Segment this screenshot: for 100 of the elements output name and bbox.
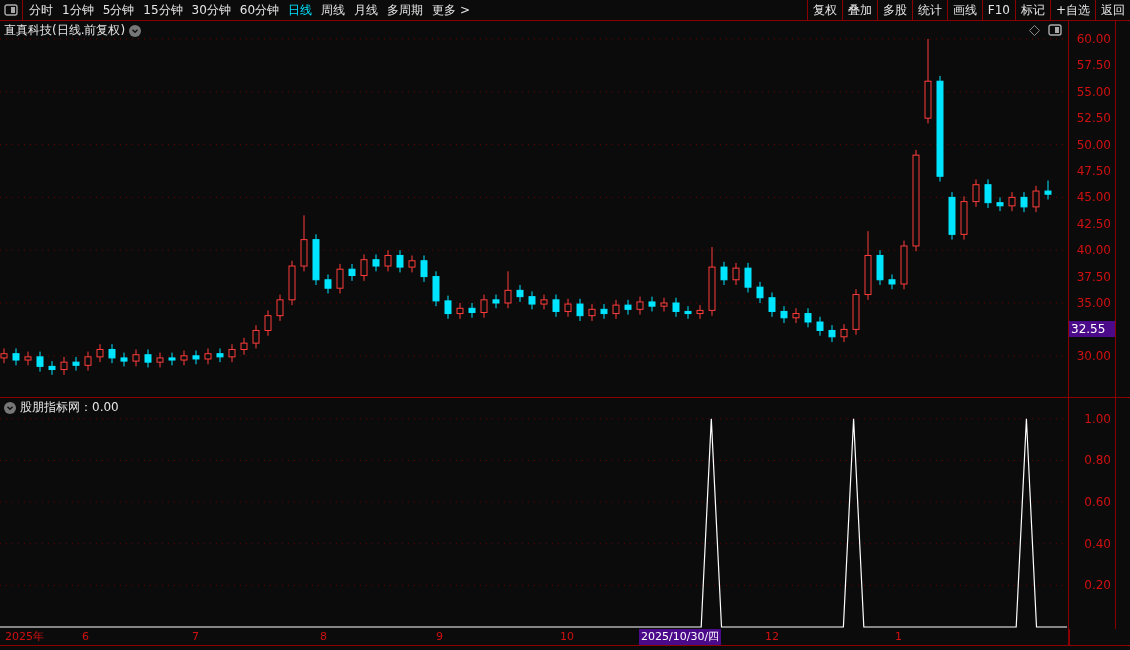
price-axis-label: 35.00 <box>1076 296 1111 310</box>
candle <box>756 281 764 304</box>
candle <box>384 249 392 272</box>
candle <box>684 305 692 320</box>
candle <box>588 303 596 322</box>
candle <box>648 296 656 312</box>
candle <box>420 254 428 283</box>
candle <box>372 253 380 272</box>
candle <box>360 253 368 282</box>
candle <box>444 295 452 320</box>
candle <box>564 298 572 318</box>
dropdown-icon[interactable] <box>4 401 16 414</box>
candle <box>816 316 824 337</box>
candle <box>984 178 992 209</box>
candle <box>600 303 608 320</box>
candle <box>708 246 716 317</box>
candle <box>636 296 644 316</box>
indicator-axis-label: 0.20 <box>1084 578 1111 593</box>
indicator-axis-label: 0.60 <box>1084 495 1111 510</box>
price-axis-label: 47.50 <box>1076 163 1111 178</box>
candle <box>396 249 404 273</box>
period-tab[interactable]: 日线 <box>288 1 313 19</box>
time-axis-label: 10 <box>559 629 575 645</box>
price-axis-label: 52.50 <box>1076 111 1111 126</box>
candle <box>1008 191 1016 212</box>
candle <box>540 294 548 310</box>
candle <box>996 196 1004 212</box>
candle <box>768 291 776 318</box>
period-tab[interactable]: 60分钟 <box>239 1 280 19</box>
candle <box>780 305 788 324</box>
price-axis-label: 30.00 <box>1076 348 1111 363</box>
candle <box>324 274 332 294</box>
period-tab[interactable]: 30分钟 <box>191 1 231 19</box>
candle <box>456 302 464 320</box>
candle <box>408 254 416 273</box>
dropdown-icon[interactable] <box>129 24 142 37</box>
candle <box>516 284 524 303</box>
price-axis-label: 50.00 <box>1076 137 1111 152</box>
candle <box>84 351 92 372</box>
time-axis-label: 6 <box>81 629 90 645</box>
time-axis-label: 9 <box>435 629 444 645</box>
indicator-name: 股朋指标网 <box>20 399 80 416</box>
candle <box>744 262 752 293</box>
candle <box>576 298 584 322</box>
time-axis-label: 2025年 <box>4 629 45 645</box>
indicator-axis-label: 0.80 <box>1084 453 1111 468</box>
candle <box>144 348 152 368</box>
candle <box>720 261 728 286</box>
period-tab[interactable]: 1分钟 <box>62 1 94 19</box>
candle <box>12 347 20 366</box>
candle <box>492 294 500 309</box>
candle <box>168 352 176 366</box>
candle <box>156 352 164 368</box>
period-tab[interactable]: 月线 <box>354 1 379 19</box>
panel-toggle-icon[interactable] <box>4 4 18 16</box>
candle <box>192 350 200 365</box>
period-tab[interactable]: 周线 <box>321 1 346 19</box>
candle <box>1020 191 1028 213</box>
candle <box>60 356 68 376</box>
candle <box>504 270 512 309</box>
candle <box>696 304 704 320</box>
period-tab[interactable]: 多周期 <box>387 1 424 19</box>
candle <box>204 347 212 365</box>
candle <box>72 356 80 372</box>
candle <box>960 195 968 241</box>
candle <box>660 297 668 312</box>
time-axis-label: 1 <box>894 629 903 645</box>
period-tab[interactable]: 15分钟 <box>143 1 183 19</box>
candle <box>732 262 740 286</box>
candle <box>336 263 344 294</box>
indicator-value: ：0.00 <box>80 399 119 416</box>
period-tab[interactable]: 5分钟 <box>102 1 135 19</box>
candle <box>108 343 116 364</box>
period-tab[interactable]: 分时 <box>29 1 53 19</box>
stock-title: 直真科技(日线.前复权) <box>4 22 126 39</box>
candle <box>804 307 812 328</box>
candle <box>888 274 896 290</box>
candle <box>48 360 56 376</box>
candle <box>180 350 188 366</box>
indicator-axis-label: 1.00 <box>1084 411 1111 426</box>
candle <box>828 324 836 343</box>
candle <box>288 260 296 306</box>
period-tab[interactable]: 更多 > <box>432 1 470 19</box>
candle <box>1032 185 1040 213</box>
candle <box>432 270 440 307</box>
last-price-tag: 32.55 <box>1069 320 1115 337</box>
candle <box>120 352 128 367</box>
candle <box>312 233 320 286</box>
diamond-icon[interactable] <box>1029 24 1040 36</box>
candle <box>852 288 860 336</box>
candle <box>624 299 632 316</box>
candle <box>528 290 536 310</box>
candle <box>36 351 44 373</box>
price-axis-label: 57.50 <box>1076 58 1111 73</box>
panel-toggle-icon[interactable] <box>1048 24 1062 36</box>
candle <box>972 178 980 208</box>
time-axis-label: 12 <box>764 629 780 645</box>
candle <box>792 307 800 324</box>
candle <box>1044 180 1052 200</box>
candle <box>240 337 248 356</box>
